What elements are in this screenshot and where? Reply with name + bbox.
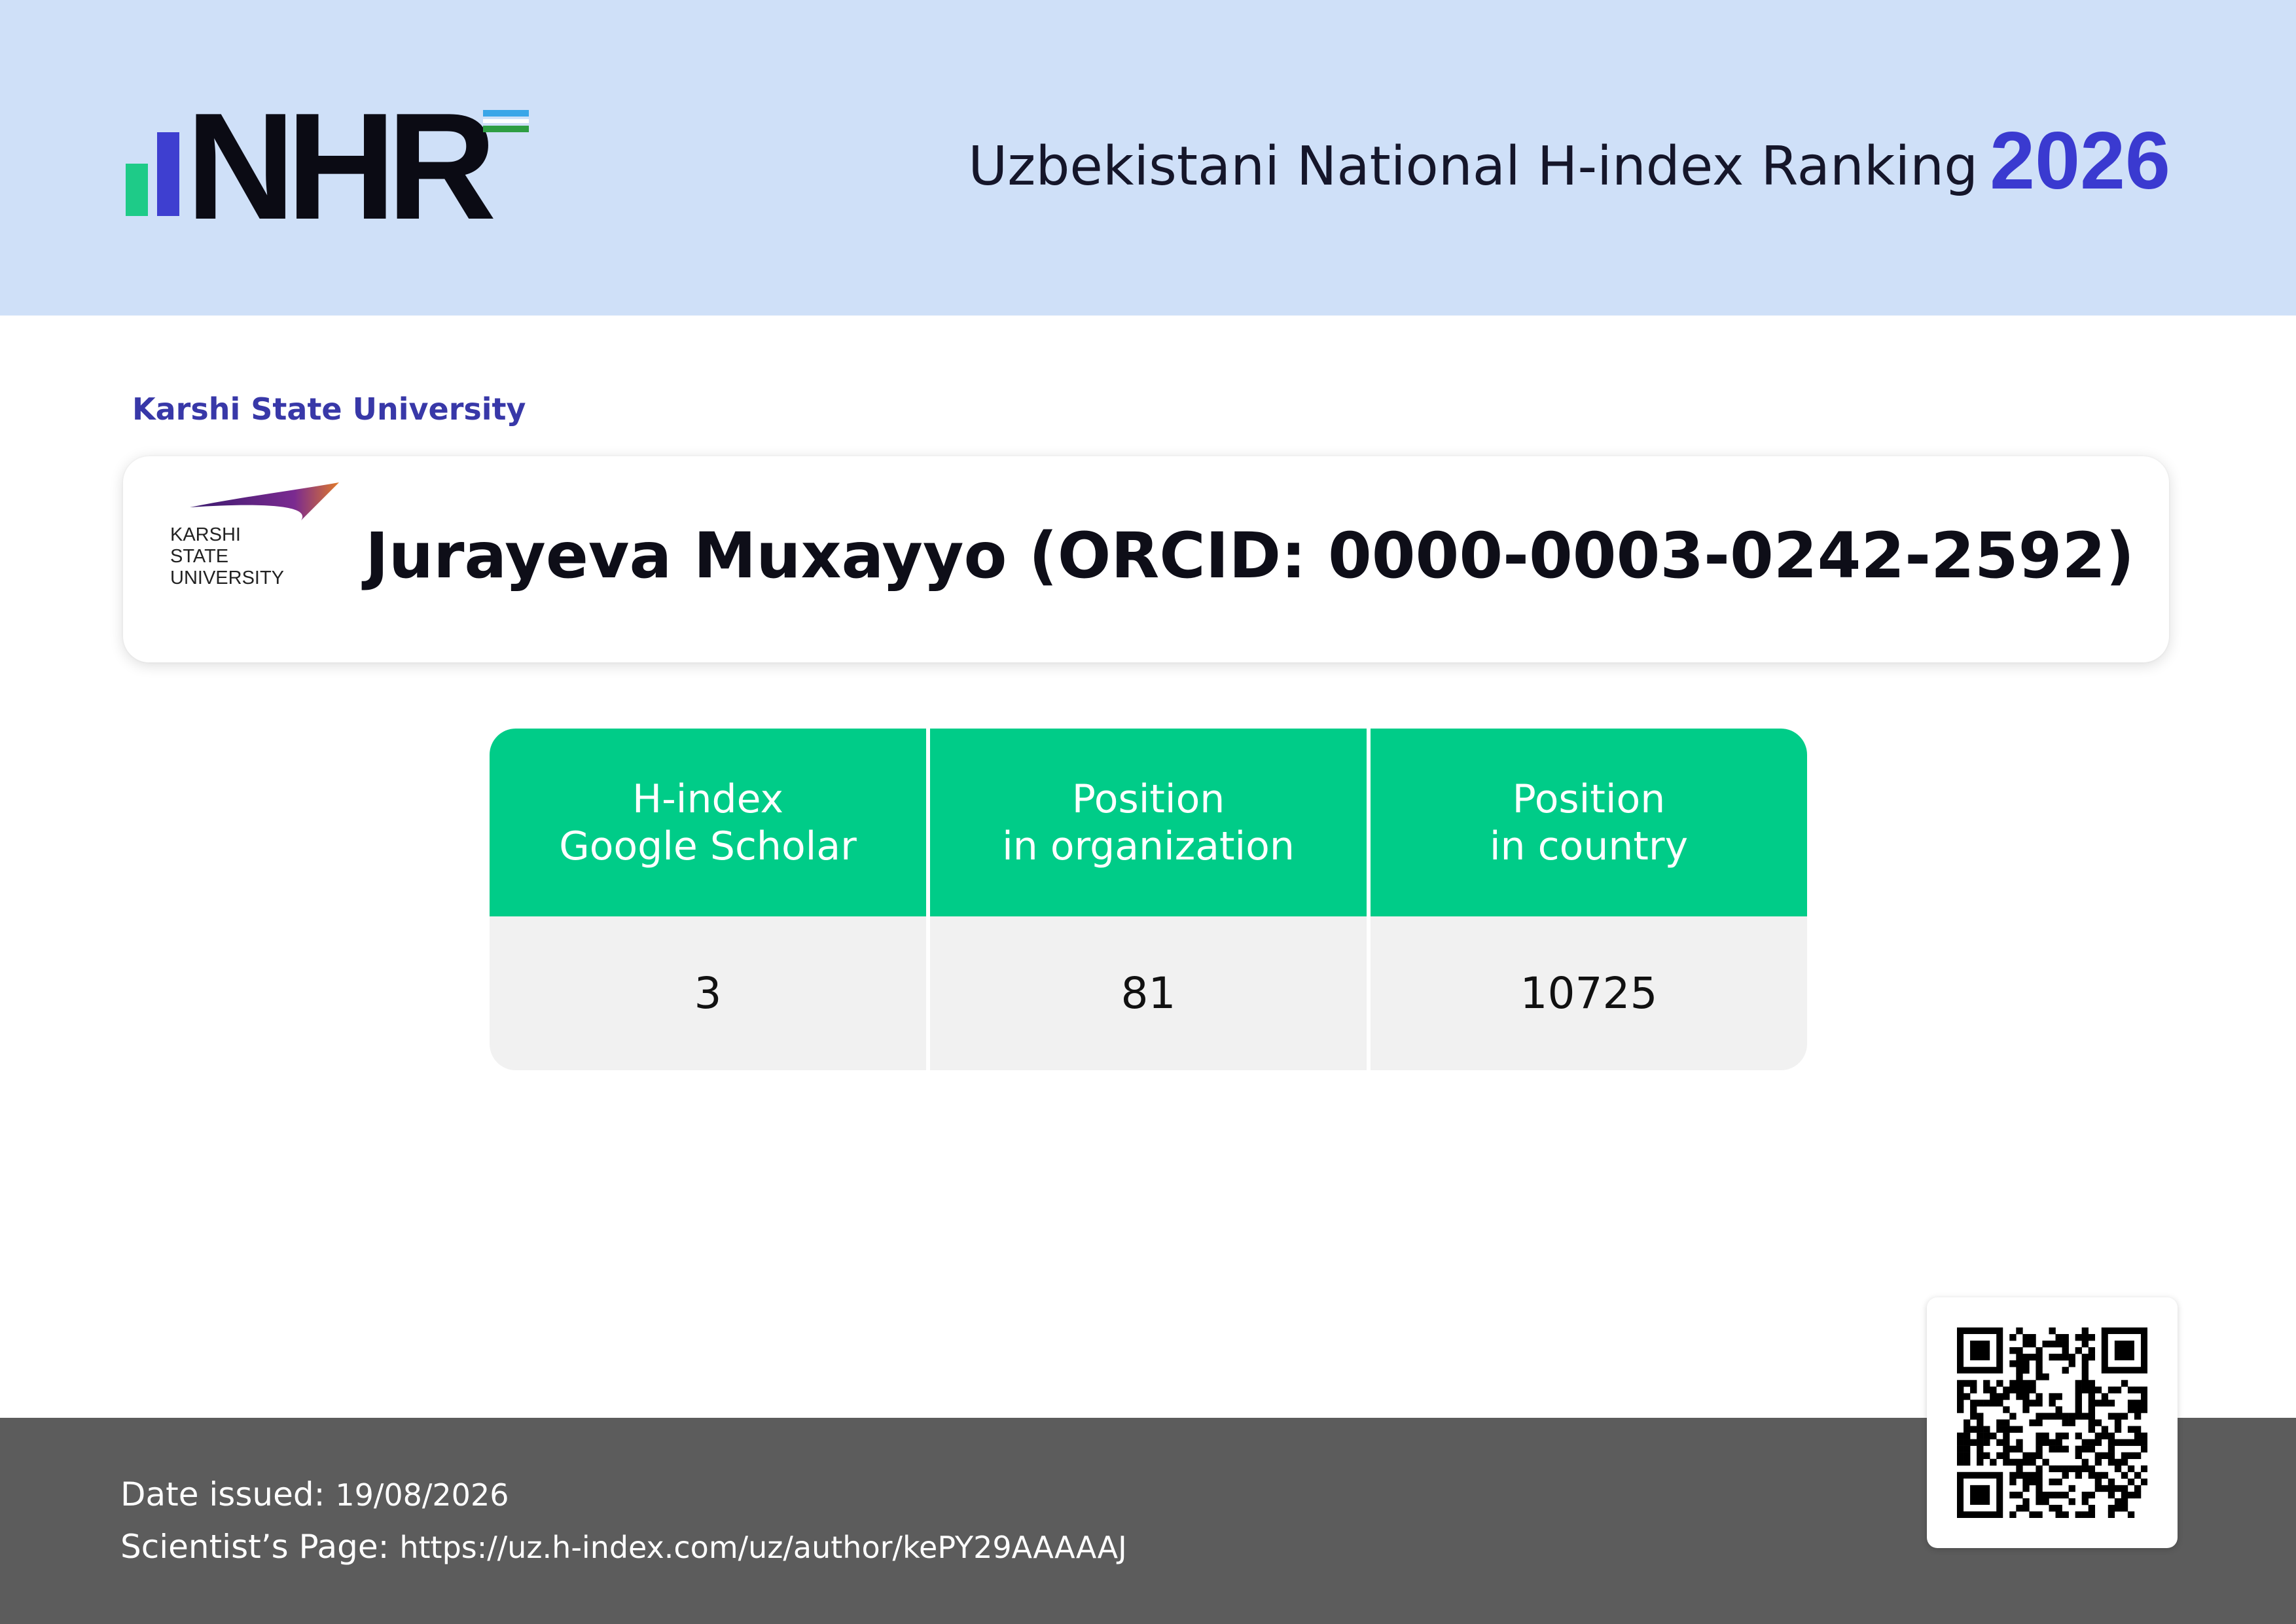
scientist-page-link[interactable]: https://uz.h-index.com/uz/author/kePY29A… (399, 1530, 1126, 1565)
value-position-country: 10725 (1371, 916, 1807, 1070)
header-banner: NHR Uzbekistani National H-index Ranking… (0, 0, 2296, 316)
university-swoosh-icon (190, 482, 339, 520)
ranking-year: 2026 (1990, 116, 2170, 206)
header-position-organization: Position in organization (930, 729, 1367, 916)
value-h-index: 3 (490, 916, 926, 1070)
value-position-organization: 81 (930, 916, 1367, 1070)
scientist-page: Scientist’s Page: https://uz.h-index.com… (120, 1528, 1127, 1566)
university-logo: KARSHI STATE UNIVERSITY (170, 468, 340, 599)
qr-code-icon (1957, 1327, 2147, 1518)
logo-bar-blue (157, 132, 179, 216)
qr-code-card[interactable] (1927, 1297, 2178, 1548)
ranking-title: Uzbekistani National H-index Ranking 2026 (968, 115, 2170, 208)
scientist-name: Jurayeva Muxayyo (ORCID: 0000-0003-0242-… (365, 519, 2135, 592)
ranking-title-text: Uzbekistani National H-index Ranking (968, 135, 1979, 198)
logo-text: NHR (186, 82, 497, 251)
date-issued-value: 19/08/2026 (335, 1477, 509, 1513)
header-position-country: Position in country (1371, 729, 1807, 916)
stats-table: H-index Google Scholar Position in organiz… (490, 729, 1807, 1070)
date-issued: Date issued: 19/08/2026 (120, 1475, 509, 1513)
scientist-card: KARSHI STATE UNIVERSITY Jurayeva Muxayyo… (123, 456, 2169, 662)
date-issued-label: Date issued: (120, 1475, 325, 1513)
university-logo-text: KARSHI STATE UNIVERSITY (170, 524, 285, 588)
header-h-index: H-index Google Scholar (490, 729, 926, 916)
organization-label: Karshi State University (132, 391, 526, 427)
uzbek-flag-icon (483, 110, 529, 135)
scientist-page-label: Scientist’s Page: (120, 1528, 389, 1566)
nhr-logo: NHR (123, 82, 542, 251)
logo-bar-green (126, 164, 148, 216)
